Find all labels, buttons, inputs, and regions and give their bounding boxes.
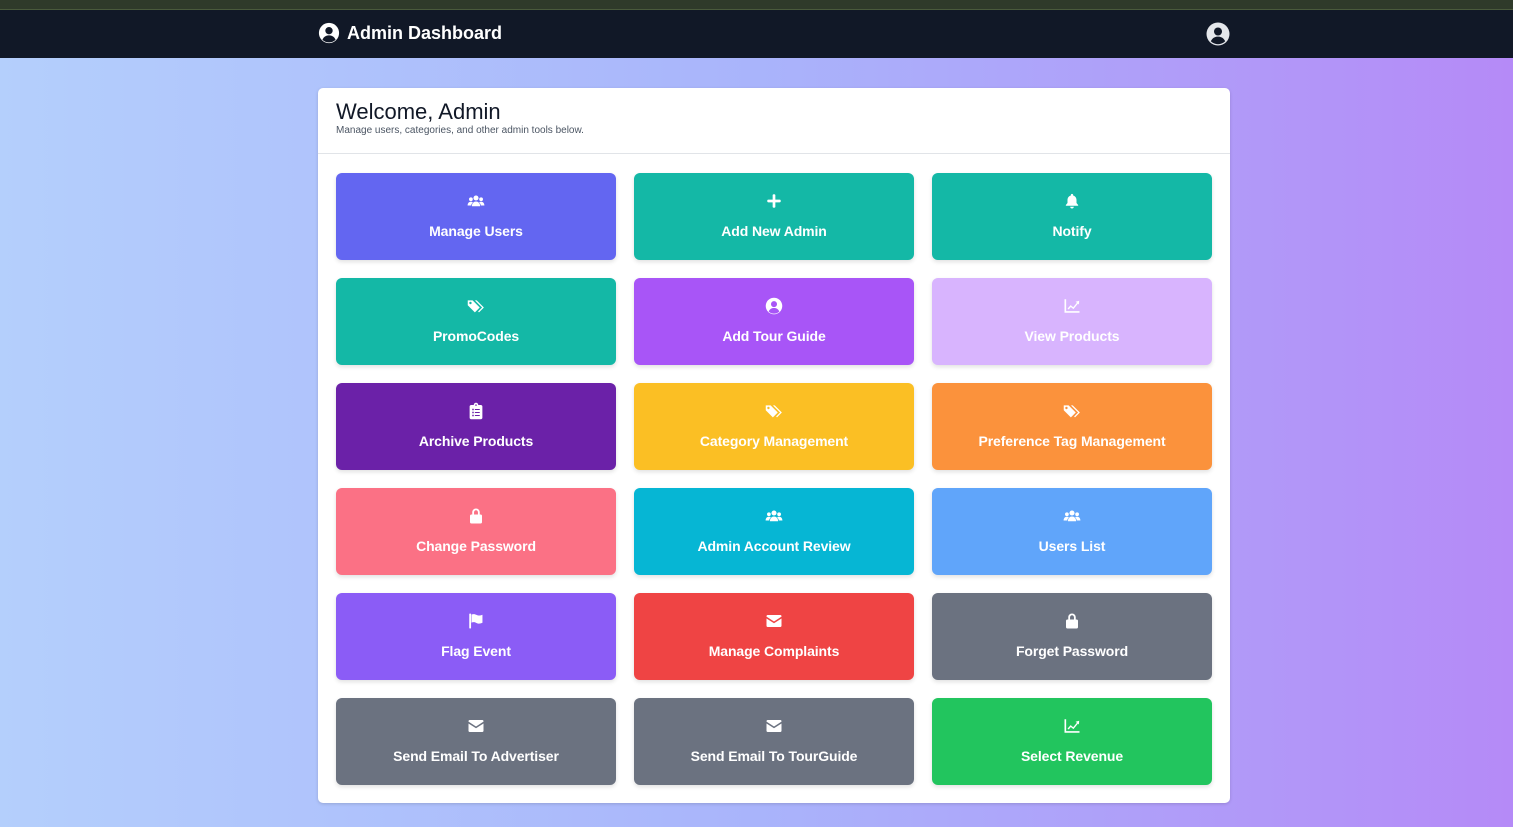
tile-send-email-to-tourguide[interactable]: Send Email To TourGuide — [634, 698, 914, 785]
envelope-icon — [765, 612, 783, 630]
tile-preference-tag-management[interactable]: Preference Tag Management — [932, 383, 1212, 470]
profile-icon[interactable] — [1206, 22, 1230, 46]
tile-label: Preference Tag Management — [978, 433, 1166, 449]
tile-label: PromoCodes — [432, 328, 520, 344]
tile-admin-account-review[interactable]: Admin Account Review — [634, 488, 914, 575]
tile-change-password[interactable]: Change Password — [336, 488, 616, 575]
navbar: Admin Dashboard — [0, 10, 1513, 58]
user-circle-icon — [765, 297, 783, 315]
page-title: Welcome, Admin — [336, 99, 501, 124]
tile-manage-complaints[interactable]: Manage Complaints — [634, 593, 914, 680]
users-icon — [765, 507, 783, 525]
tile-archive-products[interactable]: Archive Products — [336, 383, 616, 470]
brand[interactable]: Admin Dashboard — [318, 22, 502, 44]
admin-tools-grid: Manage Users Add New Admin Notify PromoCode… — [336, 173, 1212, 785]
card-header: Welcome, Admin Manage users, categories,… — [318, 88, 1230, 154]
plus-icon — [765, 192, 783, 210]
tile-label: Users List — [1038, 538, 1106, 554]
tags-icon — [1063, 402, 1081, 420]
users-icon — [467, 192, 485, 210]
clipboard-list-icon — [467, 402, 485, 420]
tags-icon — [765, 402, 783, 420]
tile-label: Flag Event — [441, 643, 511, 659]
tile-notify[interactable]: Notify — [932, 173, 1212, 260]
tile-view-products[interactable]: View Products — [932, 278, 1212, 365]
tags-icon — [467, 297, 485, 315]
bell-icon — [1063, 192, 1081, 210]
tile-label: Change Password — [416, 538, 536, 554]
tile-label: Archive Products — [418, 433, 534, 449]
lock-icon — [467, 507, 485, 525]
tile-select-revenue[interactable]: Select Revenue — [932, 698, 1212, 785]
tile-flag-event[interactable]: Flag Event — [336, 593, 616, 680]
window-top-strip — [0, 0, 1513, 10]
tile-label: Admin Account Review — [697, 538, 851, 554]
tile-send-email-to-advertiser[interactable]: Send Email To Advertiser — [336, 698, 616, 785]
user-circle-icon — [318, 22, 340, 44]
tile-label: Notify — [1052, 223, 1092, 239]
tile-label: Send Email To Advertiser — [393, 748, 559, 764]
tile-label: Manage Users — [429, 223, 523, 239]
tile-promocodes[interactable]: PromoCodes — [336, 278, 616, 365]
tile-forget-password[interactable]: Forget Password — [932, 593, 1212, 680]
tile-manage-users[interactable]: Manage Users — [336, 173, 616, 260]
admin-card: Welcome, Admin Manage users, categories,… — [318, 88, 1230, 803]
tile-label: Select Revenue — [1020, 748, 1124, 764]
page-subtitle: Manage users, categories, and other admi… — [336, 125, 584, 136]
envelope-icon — [467, 717, 485, 735]
flag-icon — [467, 612, 485, 630]
tile-users-list[interactable]: Users List — [932, 488, 1212, 575]
tile-label: Send Email To TourGuide — [690, 748, 858, 764]
tile-label: Category Management — [699, 433, 849, 449]
envelope-icon — [765, 717, 783, 735]
tile-label: Manage Complaints — [708, 643, 840, 659]
tile-label: View Products — [1024, 328, 1120, 344]
tile-add-new-admin[interactable]: Add New Admin — [634, 173, 914, 260]
tile-label: Add New Admin — [721, 223, 827, 239]
chart-line-icon — [1063, 717, 1081, 735]
tile-label: Forget Password — [1015, 643, 1129, 659]
tile-category-management[interactable]: Category Management — [634, 383, 914, 470]
chart-line-icon — [1063, 297, 1081, 315]
tile-add-tour-guide[interactable]: Add Tour Guide — [634, 278, 914, 365]
users-icon — [1063, 507, 1081, 525]
lock-icon — [1063, 612, 1081, 630]
app-title: Admin Dashboard — [347, 22, 503, 43]
tile-label: Add Tour Guide — [722, 328, 826, 344]
